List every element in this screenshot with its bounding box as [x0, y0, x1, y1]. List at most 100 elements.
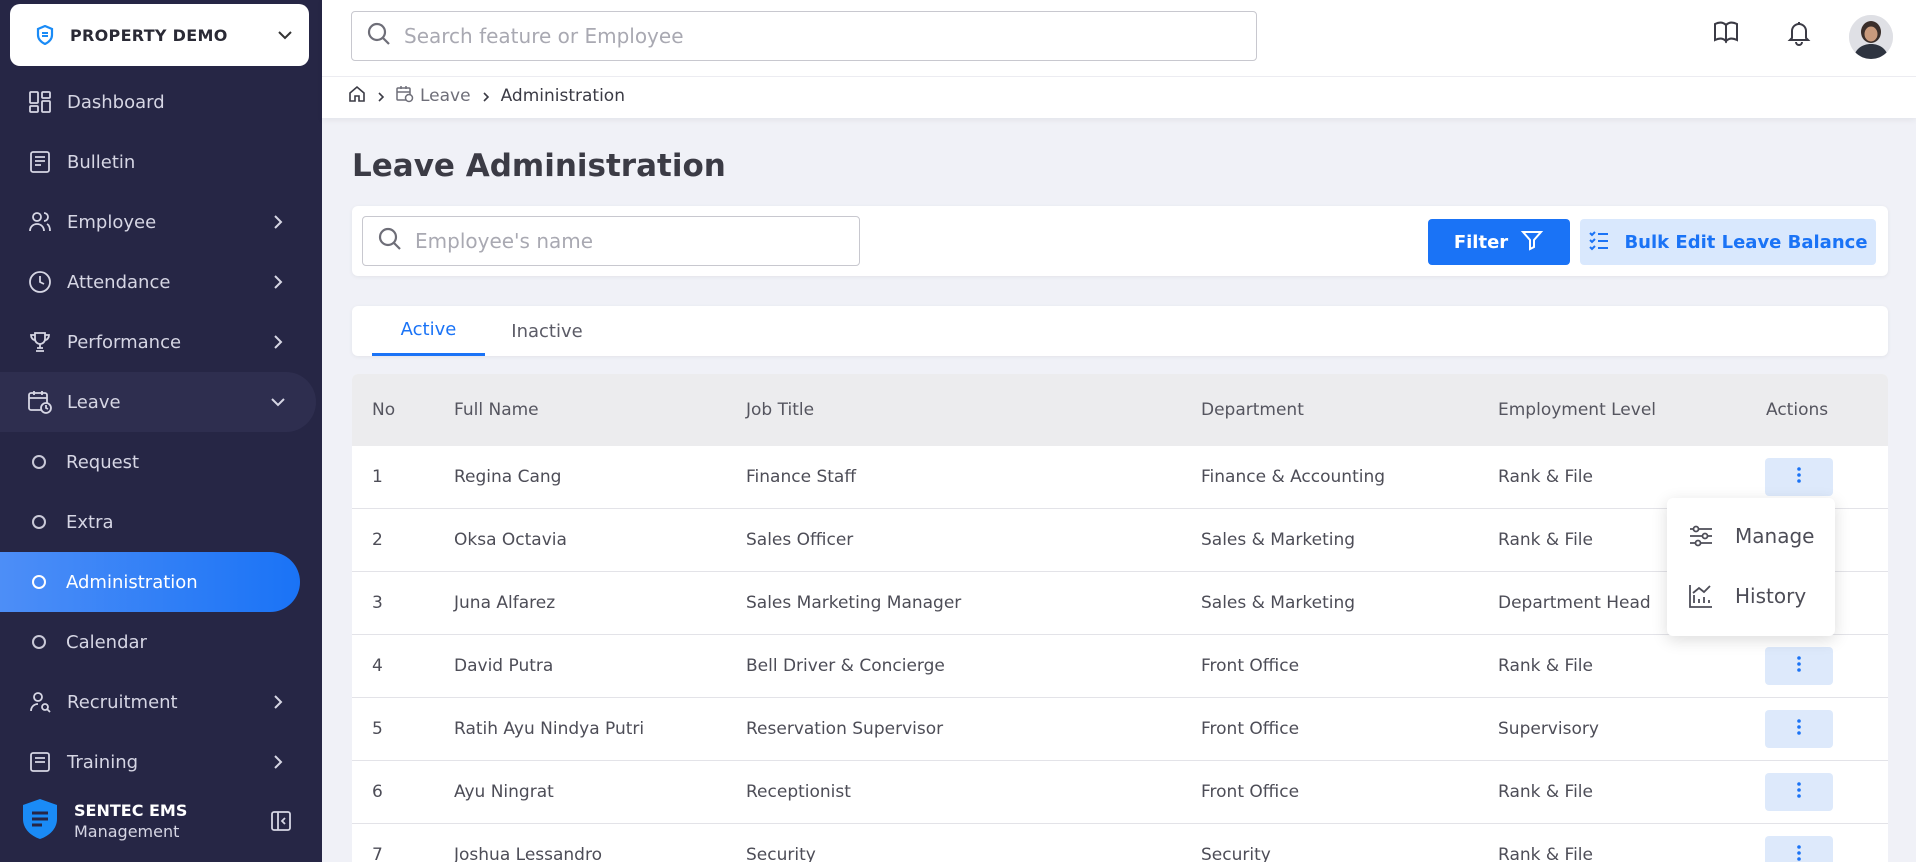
filter-label: Filter	[1453, 231, 1509, 253]
bell-icon[interactable]	[1783, 16, 1815, 48]
bulk-edit-button[interactable]: Bulk Edit Leave Balance	[1580, 219, 1876, 265]
header-full-name: Full Name	[454, 400, 539, 420]
sidebar-item-recruitment[interactable]: Recruitment	[0, 672, 322, 732]
row-actions-button[interactable]	[1765, 836, 1833, 862]
trophy-icon	[27, 329, 53, 355]
tab-inactive[interactable]: Inactive	[492, 306, 602, 356]
breadcrumb-leave[interactable]: Leave	[420, 86, 471, 106]
cell-job: Bell Driver & Concierge	[746, 656, 945, 676]
sidebar-item-label: Training	[67, 751, 139, 773]
circle-icon	[32, 635, 46, 649]
header-no: No	[372, 400, 396, 420]
cell-job: Security	[746, 845, 816, 862]
cell-level: Rank & File	[1498, 467, 1593, 487]
circle-icon	[32, 455, 46, 469]
cell-name: Joshua Lessandro	[454, 845, 602, 862]
table-row: 3 Juna Alfarez Sales Marketing Manager S…	[352, 572, 1888, 635]
sidebar-item-label: Request	[66, 451, 140, 473]
sidebar: PROPERTY DEMO Dashboard Bulletin Employe…	[0, 0, 322, 862]
sidebar-item-employee[interactable]: Employee	[0, 192, 322, 252]
row-actions-menu: Manage History	[1667, 498, 1835, 636]
sidebar-item-bulletin[interactable]: Bulletin	[0, 132, 322, 192]
row-actions-button[interactable]	[1765, 773, 1833, 811]
leave-table: No Full Name Job Title Department Employ…	[352, 374, 1888, 862]
sidebar-item-performance[interactable]: Performance	[0, 312, 322, 372]
cell-no: 5	[372, 719, 383, 739]
book-icon	[27, 749, 53, 775]
calendar-clock-icon	[396, 85, 414, 108]
table-row: 4 David Putra Bell Driver & Concierge Fr…	[352, 635, 1888, 698]
page-title: Leave Administration	[352, 148, 726, 184]
chevron-right-icon	[268, 332, 288, 352]
cell-job: Receptionist	[746, 782, 851, 802]
breadcrumb-current: Administration	[500, 86, 625, 106]
property-selector[interactable]: PROPERTY DEMO	[10, 4, 309, 66]
menu-item-label: History	[1735, 584, 1807, 608]
user-search-icon	[27, 689, 53, 715]
sidebar-item-request[interactable]: Request	[0, 432, 322, 492]
search-icon	[377, 226, 403, 256]
sidebar-item-calendar[interactable]: Calendar	[0, 612, 322, 672]
cell-job: Reservation Supervisor	[746, 719, 944, 739]
cell-no: 1	[372, 467, 383, 487]
dashboard-icon	[27, 89, 53, 115]
header-job-title: Job Title	[746, 400, 815, 420]
sidebar-item-attendance[interactable]: Attendance	[0, 252, 322, 312]
collapse-sidebar-icon[interactable]	[270, 810, 292, 832]
avatar[interactable]	[1849, 15, 1893, 59]
header-employment-level: Employment Level	[1498, 400, 1657, 420]
cell-dept: Front Office	[1201, 656, 1300, 676]
book-open-icon[interactable]	[1710, 16, 1742, 48]
sidebar-item-extra[interactable]: Extra	[0, 492, 322, 552]
employee-search[interactable]	[362, 216, 860, 266]
sidebar-item-administration[interactable]: Administration	[0, 552, 300, 612]
toolbar: Filter Bulk Edit Leave Balance	[352, 206, 1888, 276]
filter-button[interactable]: Filter	[1428, 219, 1570, 265]
cell-no: 7	[372, 845, 383, 862]
sidebar-nav: Dashboard Bulletin Employee Attendance P…	[0, 72, 322, 792]
menu-item-manage[interactable]: Manage	[1687, 516, 1814, 556]
employee-search-input[interactable]	[415, 229, 835, 253]
sidebar-item-dashboard[interactable]: Dashboard	[0, 72, 322, 132]
cell-level: Rank & File	[1498, 782, 1593, 802]
search-icon	[366, 21, 392, 51]
circle-icon	[32, 515, 46, 529]
circle-icon	[32, 575, 46, 589]
status-tabs: Active Inactive	[352, 306, 1888, 356]
cell-dept: Security	[1201, 845, 1271, 862]
topbar: Leave Administration	[322, 0, 1916, 118]
kebab-icon	[1796, 718, 1802, 741]
table-row: 2 Oksa Octavia Sales Officer Sales & Mar…	[352, 509, 1888, 572]
tab-active[interactable]: Active	[372, 306, 485, 356]
table-row: 6 Ayu Ningrat Receptionist Front Office …	[352, 761, 1888, 824]
sidebar-item-label: Bulletin	[67, 151, 136, 173]
cell-job: Sales Marketing Manager	[746, 593, 962, 613]
home-icon[interactable]	[348, 85, 366, 108]
divider	[322, 76, 1916, 77]
chevron-right-icon	[374, 89, 388, 103]
sidebar-item-label: Administration	[66, 571, 198, 593]
cell-name: David Putra	[454, 656, 554, 676]
table-header: No Full Name Job Title Department Employ…	[352, 374, 1888, 446]
bulletin-icon	[27, 149, 53, 175]
table-row: 1 Regina Cang Finance Staff Finance & Ac…	[352, 446, 1888, 509]
cell-dept: Finance & Accounting	[1201, 467, 1386, 487]
row-actions-button[interactable]	[1765, 647, 1833, 685]
row-actions-button[interactable]	[1765, 710, 1833, 748]
filter-icon	[1520, 228, 1544, 257]
sidebar-item-label: Performance	[67, 331, 182, 353]
menu-item-history[interactable]: History	[1687, 576, 1806, 616]
row-actions-button[interactable]	[1765, 458, 1833, 496]
search-input[interactable]	[404, 24, 1224, 48]
kebab-icon	[1796, 781, 1802, 804]
cell-level: Rank & File	[1498, 656, 1593, 676]
cell-level: Rank & File	[1498, 530, 1593, 550]
property-name: PROPERTY DEMO	[70, 25, 228, 45]
sidebar-item-leave[interactable]: Leave	[0, 372, 316, 432]
sidebar-item-label: Leave	[67, 391, 121, 413]
calendar-clock-icon	[27, 389, 53, 415]
cell-no: 6	[372, 782, 383, 802]
global-search[interactable]	[351, 11, 1257, 61]
chevron-down-icon	[268, 392, 288, 412]
table-row: 7 Joshua Lessandro Security Security Ran…	[352, 824, 1888, 862]
